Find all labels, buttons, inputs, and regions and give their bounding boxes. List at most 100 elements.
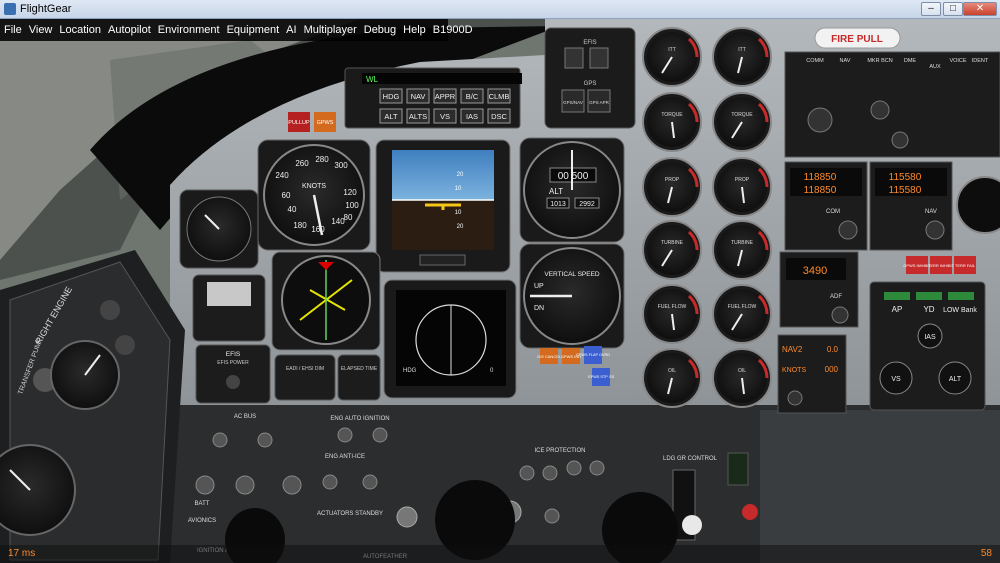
asi-tick-60: 60: [282, 191, 291, 200]
asi-tick-280: 280: [315, 155, 329, 164]
menu-help[interactable]: Help: [403, 24, 426, 36]
comm-volume-knob[interactable]: [807, 107, 833, 133]
nav2-value: 0.0: [827, 345, 839, 354]
asi-tick-240: 240: [275, 171, 289, 180]
efis-power-label: EFIS POWER: [217, 360, 249, 366]
engine-gauge-12: OIL: [712, 348, 772, 408]
efis-button-2[interactable]: [589, 47, 609, 69]
com-tune-knob[interactable]: [838, 220, 858, 240]
menu-environment[interactable]: Environment: [158, 24, 220, 36]
engine-gauge-label: TORQUE: [731, 112, 753, 118]
gpws-flap-label: GPWS FLAP OVRD: [576, 353, 610, 357]
title-bar: FlightGear – □ ✕: [0, 0, 1000, 19]
menu-ai[interactable]: AI: [286, 24, 296, 36]
switch-13[interactable]: [589, 460, 605, 476]
eng-anti-ice-label: ENG ANTI-ICE: [325, 454, 365, 460]
fire-pull-label: FIRE PULL: [831, 34, 883, 45]
switch-4[interactable]: [235, 475, 255, 495]
audio-mkr-label: MKR BCN: [867, 58, 892, 64]
dme-mode-knob[interactable]: [787, 390, 803, 406]
ap-engage-label: AP: [892, 305, 903, 314]
dme-knob[interactable]: [891, 131, 909, 149]
app-icon: [4, 3, 16, 15]
terr-fail-label: TERR FAIL: [955, 263, 976, 268]
switch-3[interactable]: [195, 475, 215, 495]
gps-apr-label: GPS APR: [589, 100, 610, 105]
menu-debug[interactable]: Debug: [364, 24, 396, 36]
efis-button-1[interactable]: [564, 47, 584, 69]
asi-tick-180: 180: [293, 221, 307, 230]
gpws-label: GPWS: [317, 120, 334, 126]
engine-gauge-label: OIL: [668, 368, 676, 374]
engine-toggle-1[interactable]: [100, 300, 120, 320]
efis-power-switch[interactable]: [226, 375, 240, 389]
cockpit-view[interactable]: RIGHT ENGINE TRANSFER PUMP WL HDG NAV AP…: [0, 19, 1000, 563]
engine-gauge-label: PROP: [735, 177, 750, 183]
knots-value: 000: [825, 365, 839, 374]
ap-appr-label: APPR: [435, 92, 456, 101]
ap-ias-label: IAS: [466, 112, 478, 121]
maximize-button[interactable]: □: [943, 2, 963, 16]
switch-14[interactable]: [544, 508, 560, 524]
asi-tick-160: 160: [311, 225, 325, 234]
asi-tick-100: 100: [345, 201, 359, 210]
engine-gauge-7: TURBINE: [642, 220, 702, 280]
nav-tune-knob[interactable]: [925, 220, 945, 240]
adi-scale-4: 20: [457, 224, 464, 230]
gps-nav-label: GPS/NAV: [563, 100, 583, 105]
engine-gauge-label: TURBINE: [731, 240, 754, 246]
vsi-label: VERTICAL SPEED: [544, 271, 600, 278]
gpws-stp-label: GPWS STP GS: [588, 375, 615, 379]
vsi-dn: DN: [534, 305, 544, 312]
switch-8[interactable]: [322, 474, 338, 490]
terr-inhibit-label: TERR INHIBIT: [928, 263, 955, 268]
switch-11[interactable]: [542, 465, 558, 481]
switch-6[interactable]: [337, 427, 353, 443]
alt-knob-label: ALT: [949, 376, 962, 383]
menu-equipment[interactable]: Equipment: [227, 24, 280, 36]
menu-autopilot[interactable]: Autopilot: [108, 24, 151, 36]
ap-bc-label: B/C: [466, 92, 479, 101]
engine-gauge-3: TORQUE: [642, 92, 702, 152]
menu-multiplayer[interactable]: Multiplayer: [304, 24, 357, 36]
menu-b1900d[interactable]: B1900D: [433, 24, 473, 36]
switch-9[interactable]: [362, 474, 378, 490]
close-button[interactable]: ✕: [963, 2, 997, 16]
engine-gauge-label: ITT: [668, 47, 676, 53]
vs-knob-label: VS: [891, 376, 901, 383]
adf-label: ADF: [830, 294, 842, 300]
pilot-air-knob[interactable]: [396, 506, 418, 528]
flightgear-window: FlightGear – □ ✕ File View Location Auto…: [0, 0, 1000, 563]
ap-dsc-label: DSC: [491, 112, 507, 121]
cockpit-panel: RIGHT ENGINE TRANSFER PUMP WL HDG NAV AP…: [0, 19, 1000, 563]
engine-gauge-label: TORQUE: [661, 112, 683, 118]
engine-gauge-10: FUEL FLOW: [712, 284, 772, 344]
menu-location[interactable]: Location: [59, 24, 101, 36]
switch-10[interactable]: [519, 465, 535, 481]
knots-label: KNOTS: [782, 367, 806, 374]
efis-header: EFIS: [583, 40, 596, 46]
batt-label: BATT: [195, 501, 210, 507]
adi-sky: [392, 150, 494, 200]
switch-5[interactable]: [282, 475, 302, 495]
frame-time-readout: 17 ms: [8, 548, 36, 559]
altimeter-label: ALT: [549, 187, 563, 196]
switch-1[interactable]: [212, 432, 228, 448]
minimize-button[interactable]: –: [921, 2, 941, 16]
switch-12[interactable]: [566, 460, 582, 476]
landing-gear-handle[interactable]: [682, 515, 702, 535]
volume-knob[interactable]: [870, 100, 890, 120]
menu-file[interactable]: File: [4, 24, 22, 36]
gear-warn-button[interactable]: [742, 504, 758, 520]
menu-view[interactable]: View: [29, 24, 53, 36]
adf-tune-knob[interactable]: [831, 306, 849, 324]
engine-gauge-2: ITT: [712, 27, 772, 87]
asi-tick-260: 260: [295, 159, 309, 168]
switch-7[interactable]: [372, 427, 388, 443]
gs-cancel-label: G/S CANCEL: [537, 354, 562, 359]
engine-toggle-2[interactable]: [115, 335, 135, 355]
ap-alts-label: ALTS: [409, 112, 427, 121]
audio-voice-label: VOICE: [949, 58, 966, 64]
asi-tick-120: 120: [343, 188, 357, 197]
switch-2[interactable]: [257, 432, 273, 448]
